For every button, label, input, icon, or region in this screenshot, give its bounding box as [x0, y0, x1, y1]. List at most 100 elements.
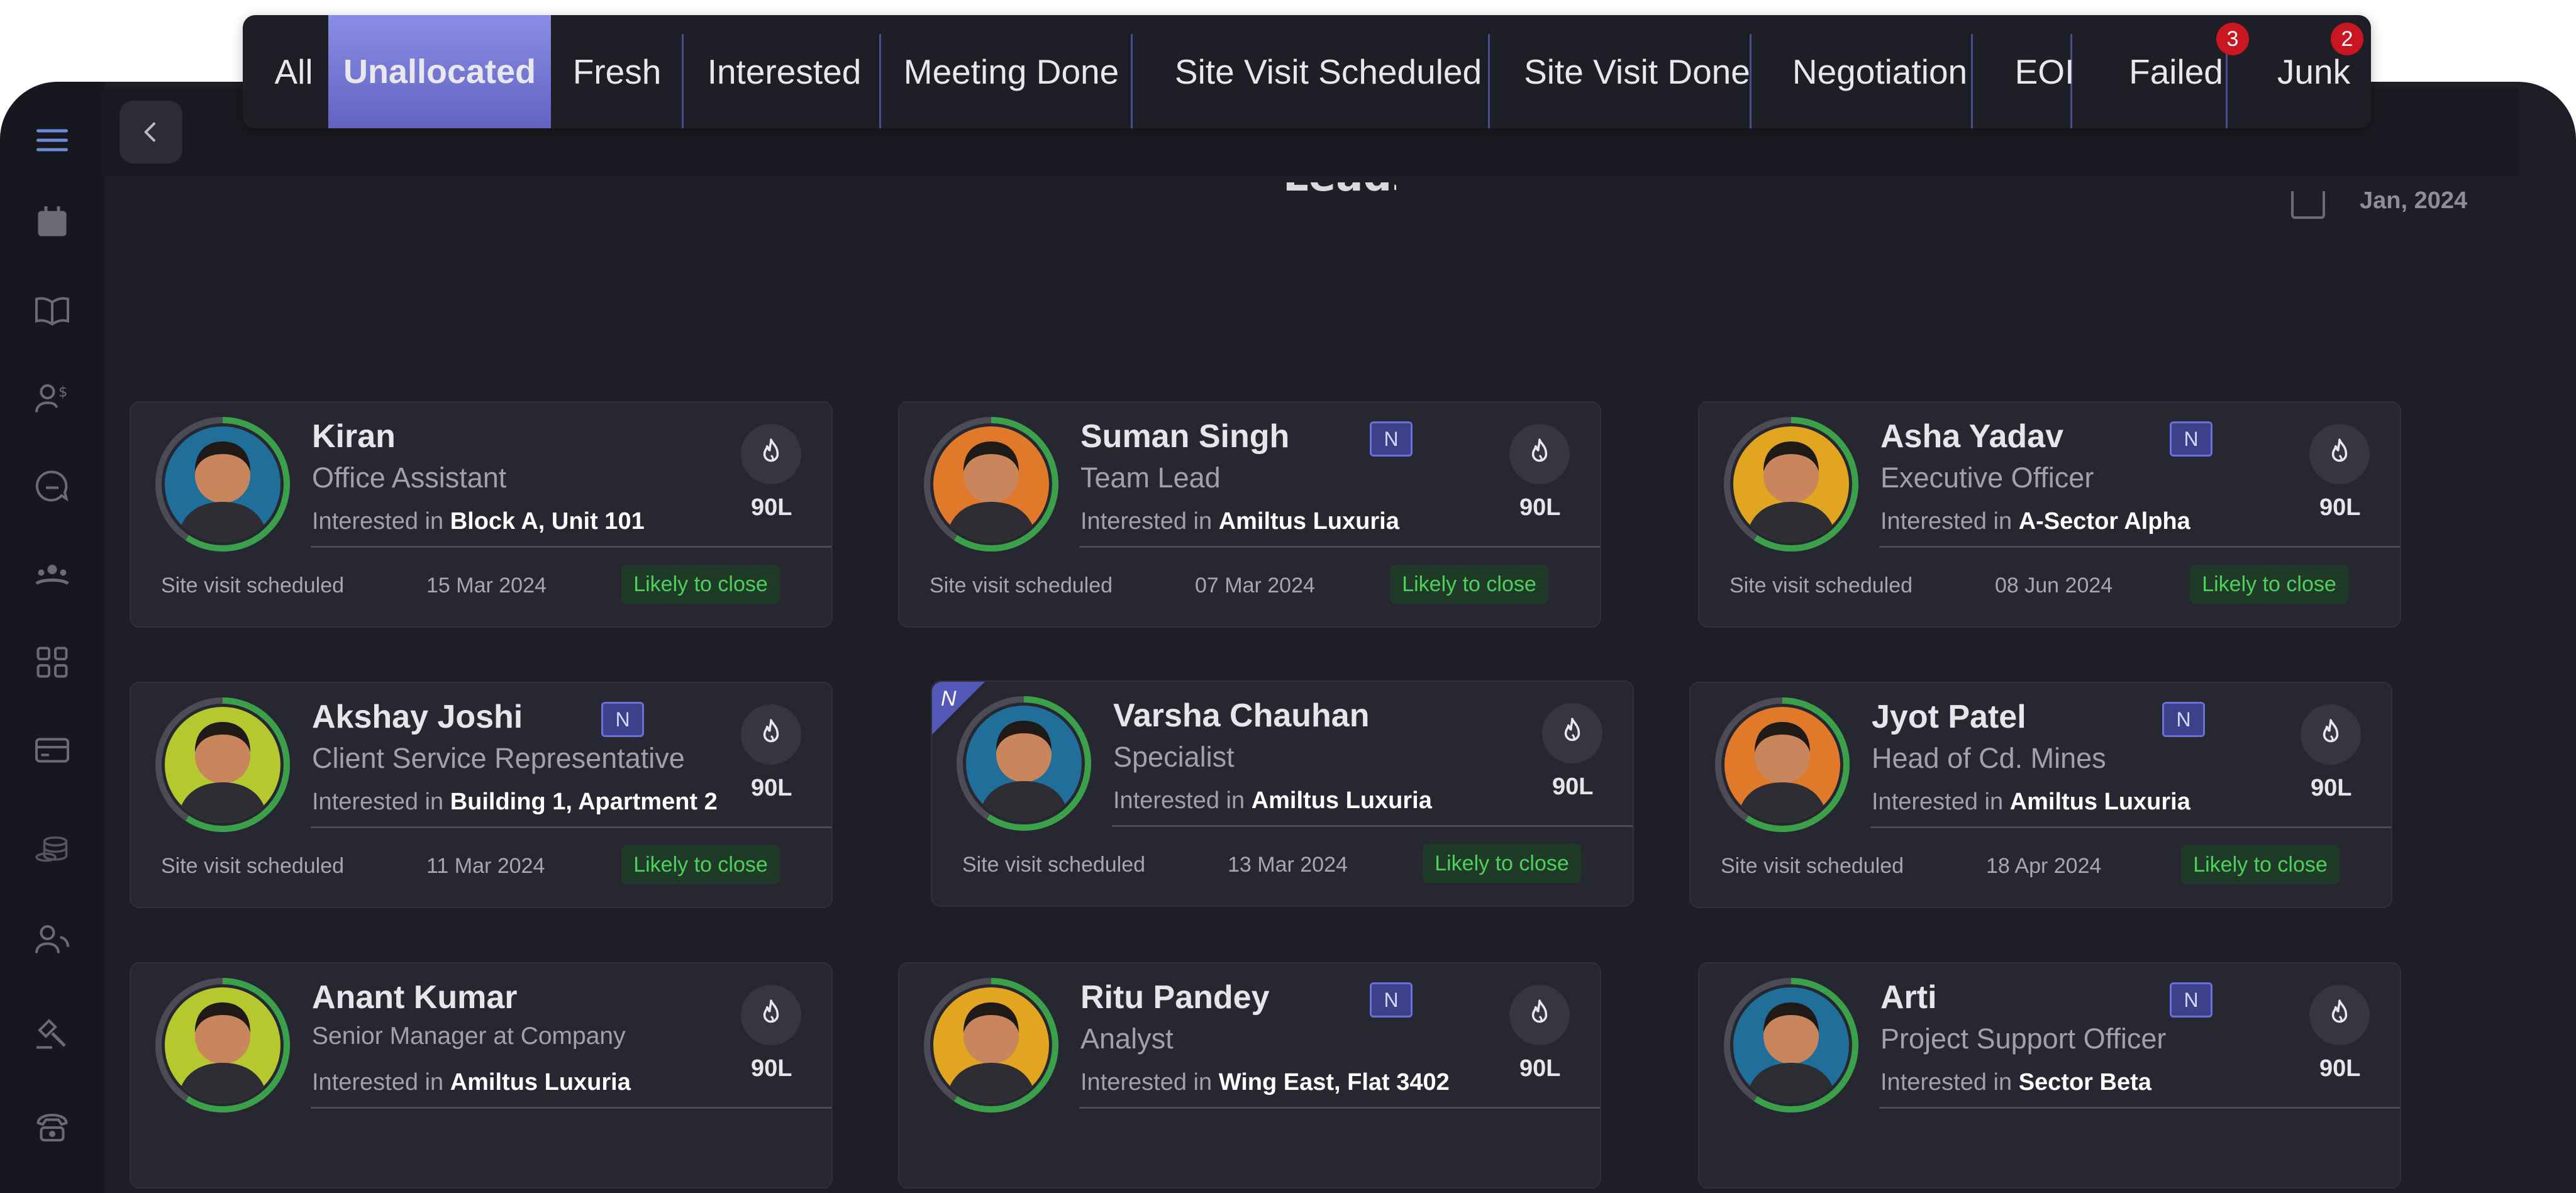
profile-photo	[933, 426, 1049, 542]
hot-lead-button[interactable]	[2309, 985, 2370, 1045]
interest-prefix: Interested in	[1080, 508, 1213, 535]
lead-role: Team Lead	[1080, 462, 1221, 494]
visit-date: 13 Mar 2024	[1228, 853, 1348, 877]
fire-icon	[2324, 437, 2355, 472]
hot-lead-button[interactable]	[2309, 424, 2370, 484]
lead-budget: 90L	[1552, 774, 1594, 800]
profile-photo	[966, 706, 1082, 821]
lead-role: Project Support Officer	[1880, 1023, 2167, 1055]
tab-negotiation[interactable]: Negotiation	[1766, 15, 1994, 128]
lead-card[interactable]: Arti Project Support Officer Interested in…	[1698, 962, 2401, 1189]
lead-interest: Interested in Amiltus Luxuria	[312, 1069, 631, 1096]
lead-role: Office Assistant	[312, 462, 507, 494]
lead-name: Jyot Patel	[1872, 699, 2026, 735]
visit-status: Site visit scheduled	[930, 574, 1113, 597]
fire-icon	[1524, 998, 1555, 1033]
tab-fresh[interactable]: Fresh	[551, 15, 683, 128]
interest-project: Building 1, Apartment 2	[450, 789, 718, 815]
coins-icon[interactable]	[25, 824, 79, 878]
interest-prefix: Interested in	[1880, 1069, 2012, 1096]
fire-icon	[755, 998, 787, 1033]
back-button[interactable]	[119, 101, 182, 164]
lead-name: Ritu Pandey	[1080, 979, 1270, 1016]
profile-photo	[165, 987, 280, 1103]
new-lead-badge: N	[2170, 421, 2212, 457]
lead-interest: Interested in Amiltus Luxuria	[1872, 789, 2190, 816]
tab-count-badge: 2	[2331, 23, 2363, 55]
tab-junk[interactable]: Junk 2	[2257, 15, 2371, 128]
tab-label: Meeting Done	[903, 52, 1119, 91]
visit-status: Site visit scheduled	[161, 854, 345, 878]
lead-budget: 90L	[751, 1055, 792, 1082]
users-icon[interactable]	[25, 912, 79, 966]
phone-icon[interactable]	[25, 1101, 79, 1155]
lead-card[interactable]: Asha Yadav Executive Officer Interested in…	[1698, 401, 2401, 628]
tab-label: EOI	[2014, 52, 2075, 91]
interest-prefix: Interested in	[312, 1069, 444, 1096]
hot-lead-button[interactable]	[1542, 703, 1602, 763]
sidebar: $	[0, 82, 104, 1193]
tab-label: Fresh	[572, 52, 662, 91]
tab-eoi[interactable]: EOI	[1994, 15, 2096, 128]
calendar-icon[interactable]	[25, 195, 79, 249]
hot-lead-button[interactable]	[1509, 424, 1570, 484]
avatar	[955, 694, 1093, 833]
tab-count-badge: 3	[2216, 23, 2249, 55]
tab-meeting-done[interactable]: Meeting Done	[886, 15, 1137, 128]
auction-icon[interactable]	[25, 1006, 79, 1060]
team-icon[interactable]	[25, 547, 79, 601]
fire-icon	[755, 437, 787, 472]
lead-card[interactable]: N Varsha Chauhan Specialist Interested in A…	[931, 680, 1634, 907]
lead-card[interactable]: Ritu Pandey Analyst Interested in Wing Eas…	[898, 962, 1601, 1189]
card-divider	[311, 826, 831, 828]
card-icon[interactable]	[25, 723, 79, 777]
lead-card[interactable]: Kiran Office Assistant Interested in Block…	[130, 401, 833, 628]
profile-photo	[165, 426, 280, 542]
lead-card[interactable]: Anant Kumar Senior Manager at Company Inte…	[130, 962, 833, 1189]
interest-project: Amiltus Luxuria	[1251, 787, 1432, 814]
lead-budget: 90L	[751, 494, 792, 521]
new-lead-badge: N	[2162, 702, 2205, 737]
grid-icon[interactable]	[25, 635, 79, 689]
lead-card[interactable]: Jyot Patel Head of Cd. Mines Interested in…	[1689, 682, 2392, 908]
tab-site-visit-scheduled[interactable]: Site Visit Scheduled	[1148, 15, 1508, 128]
app-window: $ Leads Jan, 2024 Kiran Office Assistant I…	[0, 82, 2576, 1193]
visit-date: 07 Mar 2024	[1195, 574, 1315, 597]
new-lead-badge: N	[1370, 982, 1413, 1018]
book-icon[interactable]	[25, 283, 79, 337]
fire-icon	[1557, 716, 1588, 751]
chat-icon[interactable]	[25, 459, 79, 513]
hot-lead-button[interactable]	[2301, 704, 2361, 765]
user-dollar-icon[interactable]: $	[25, 371, 79, 425]
interest-project: Block A, Unit 101	[450, 508, 645, 535]
tab-unallocated[interactable]: Unallocated	[328, 15, 551, 128]
avatar	[1722, 976, 1860, 1114]
likely-to-close-tag: Likely to close	[2190, 565, 2348, 604]
lead-budget: 90L	[2319, 1055, 2361, 1082]
calendar-icon[interactable]	[2291, 191, 2325, 219]
hot-lead-button[interactable]	[741, 704, 801, 765]
tab-failed[interactable]: Failed 3	[2096, 15, 2257, 128]
likely-to-close-tag: Likely to close	[621, 845, 780, 884]
lead-name: Varsha Chauhan	[1113, 697, 1370, 734]
tab-interested[interactable]: Interested	[683, 15, 886, 128]
lead-card[interactable]: Suman Singh Team Lead Interested in Amiltu…	[898, 401, 1601, 628]
tab-all[interactable]: All	[257, 15, 331, 128]
tab-label: Junk	[2277, 52, 2351, 91]
card-divider	[1879, 1107, 2400, 1109]
card-divider	[1079, 546, 1600, 548]
tab-site-visit-done[interactable]: Site Visit Done	[1508, 15, 1766, 128]
lead-card[interactable]: Akshay Joshi Client Service Representativ…	[130, 682, 833, 908]
fire-icon	[2315, 718, 2346, 752]
hot-lead-button[interactable]	[741, 985, 801, 1045]
hot-lead-button[interactable]	[741, 424, 801, 484]
interest-prefix: Interested in	[1080, 1069, 1213, 1096]
likely-to-close-tag: Likely to close	[1423, 844, 1581, 883]
hot-lead-button[interactable]	[1509, 985, 1570, 1045]
menu-icon[interactable]	[25, 113, 79, 167]
tab-label: Failed	[2129, 52, 2223, 91]
interest-project: Amiltus Luxuria	[2009, 789, 2190, 815]
date-filter[interactable]: Jan, 2024	[2360, 187, 2467, 214]
tab-label: Negotiation	[1792, 52, 1968, 91]
card-divider	[1870, 826, 2391, 828]
